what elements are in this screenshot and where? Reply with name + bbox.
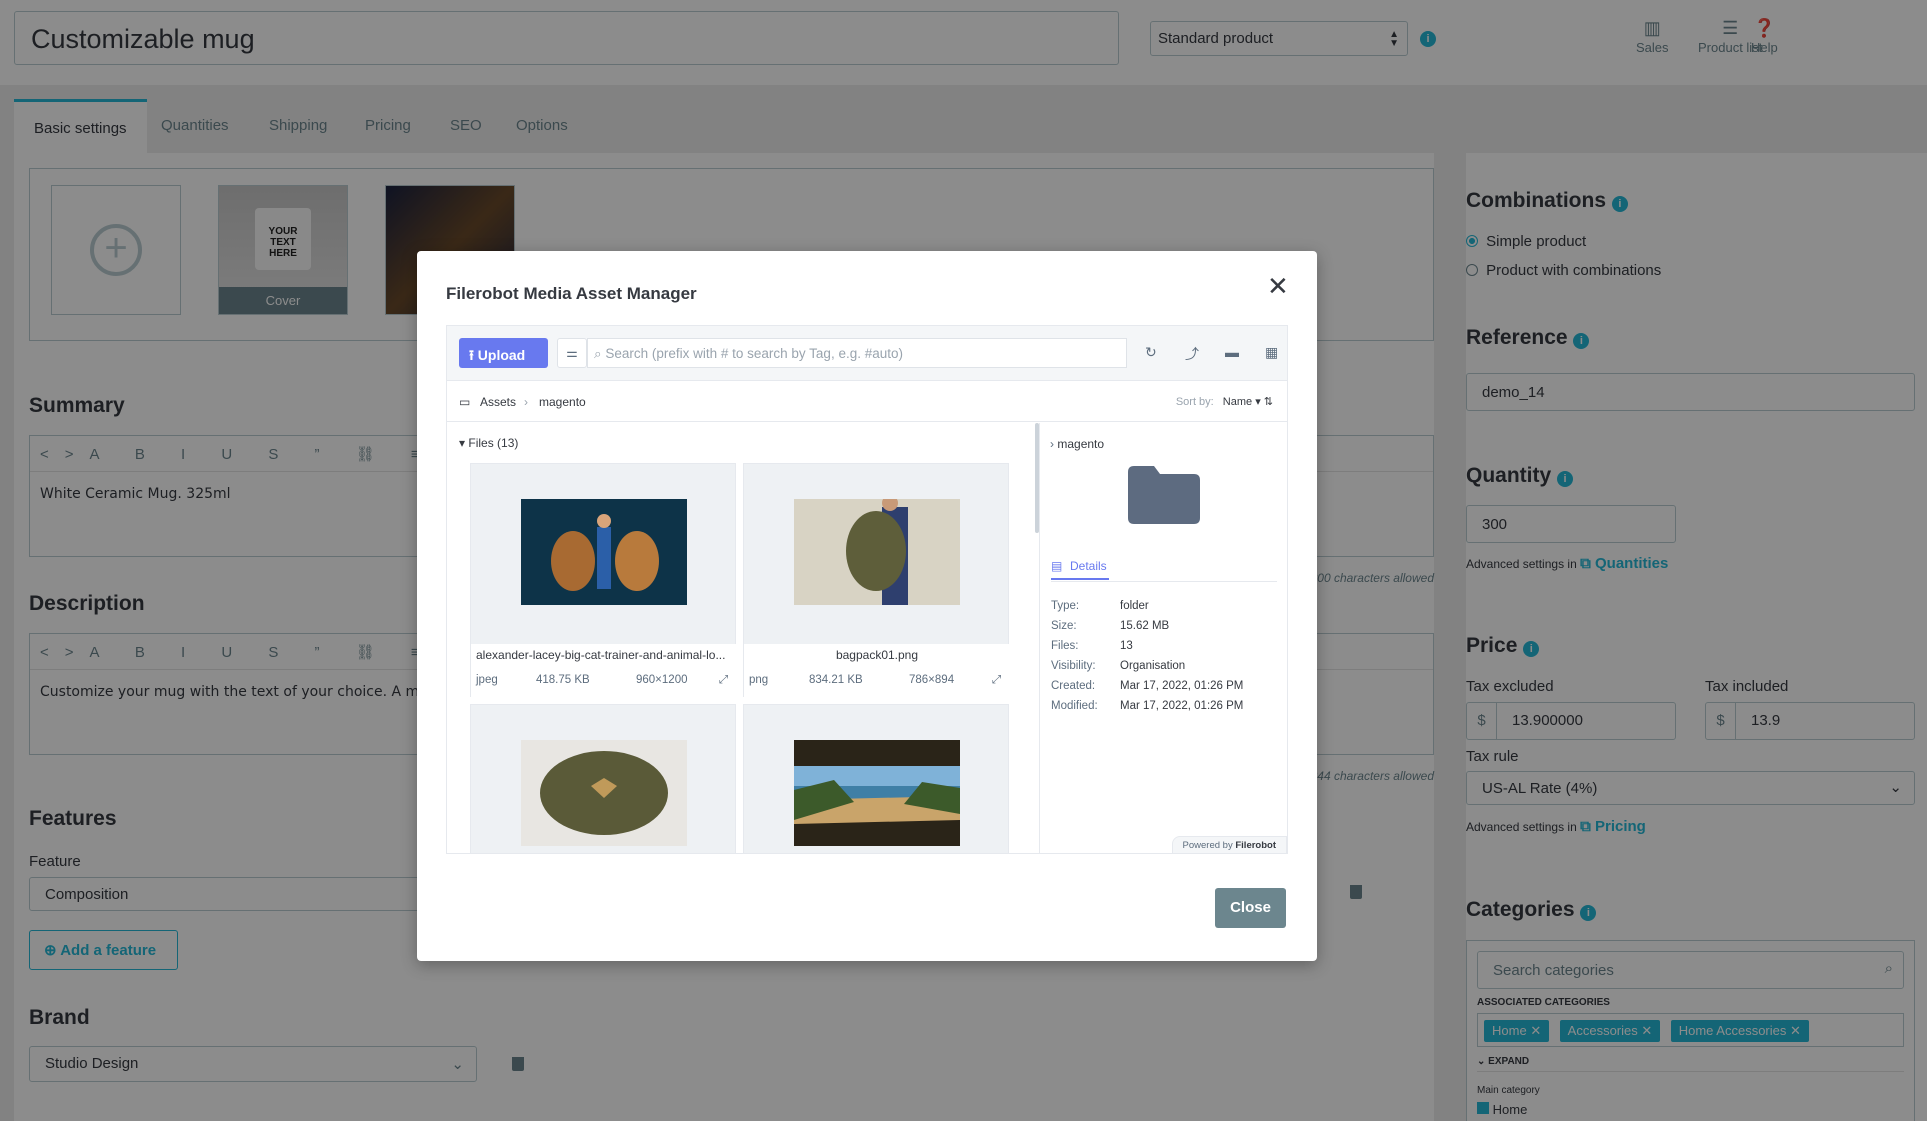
sort-value: Name [1222, 396, 1253, 408]
file-card[interactable]: alexander-lacey-big-cat-trainer-and-anim… [470, 463, 737, 698]
refresh-icon[interactable]: ↻ [1145, 344, 1157, 361]
folder-icon[interactable]: ▬ [1225, 344, 1239, 360]
breadcrumb-assets[interactable]: Assets [480, 395, 516, 409]
file-card[interactable] [470, 704, 736, 853]
search-icon: ⌕ [594, 346, 602, 361]
breadcrumb-magento[interactable]: magento [539, 395, 586, 409]
divider [1051, 581, 1277, 582]
filter-icon[interactable]: ⚌ [557, 338, 587, 368]
upload-button[interactable]: ⭱ Upload [459, 338, 548, 368]
media-manager-modal: Filerobot Media Asset Manager ✕ ⭱ Upload… [417, 251, 1317, 961]
document-icon: ▤ [1051, 559, 1063, 573]
file-size: 418.75 KB [536, 674, 590, 686]
lion-thumbnail [521, 499, 687, 605]
detail-value: Mar 17, 2022, 01:26 PM [1120, 700, 1244, 712]
detail-key: Type: [1051, 600, 1080, 612]
breadcrumb: ▭ Assets › magento Sort by: Name ▾ ⇅ [447, 382, 1287, 422]
sort-control[interactable]: Sort by: Name ▾ ⇅ [1176, 395, 1273, 408]
folder-icon [1128, 466, 1200, 524]
detail-size: Size: 15.62 MB [1051, 620, 1169, 632]
file-meta: jpeg 418.75 KB 960×1200 ⤢ [471, 666, 737, 698]
expand-icon[interactable]: ⤢ [719, 674, 728, 687]
files-header[interactable]: ▾ Files (13) [459, 436, 518, 450]
chevron-right-icon: › [524, 395, 528, 409]
files-count: Files (13) [468, 436, 519, 450]
expand-icon[interactable]: ⤢ [992, 674, 1001, 687]
file-card[interactable] [743, 704, 1009, 853]
details-tab-label: Details [1070, 559, 1107, 573]
detail-modified: Modified: Mar 17, 2022, 01:26 PM [1051, 700, 1243, 712]
detail-visibility: Visibility: Organisation [1051, 660, 1185, 672]
sort-by-label: Sort by: [1175, 396, 1214, 408]
upload-label: Upload [477, 347, 526, 363]
detail-key: Modified: [1051, 700, 1098, 712]
folder-name: magento [1057, 437, 1105, 451]
detail-files: Files: 13 [1051, 640, 1133, 652]
detail-key: Created: [1051, 680, 1096, 692]
files-pane: ▾ Files (13) alexander-lacey-big-cat-tra… [447, 423, 1037, 853]
detail-type: Type: folder [1051, 600, 1149, 612]
file-name: alexander-lacey-big-cat-trainer-and-anim… [471, 644, 737, 666]
file-dims: 960×1200 [636, 674, 688, 686]
detail-value: folder [1120, 600, 1149, 612]
detail-key: Files: [1051, 640, 1079, 652]
powered-by[interactable]: Powered by Filerobot [1171, 836, 1287, 853]
file-type: jpeg [476, 674, 498, 686]
chevron-right-icon: › [1050, 437, 1054, 451]
detail-created: Created: Mar 17, 2022, 01:26 PM [1051, 680, 1243, 692]
detail-value: 13 [1120, 640, 1133, 652]
assets-icon: ▭ [459, 395, 471, 409]
asset-search-placeholder: Search (prefix with # to search by Tag, … [605, 346, 903, 361]
close-button[interactable]: Close [1215, 888, 1286, 928]
asset-search-input[interactable]: ⌕ Search (prefix with # to search by Tag… [587, 338, 1127, 368]
detail-key: Visibility: [1051, 660, 1096, 672]
file-card[interactable]: bagpack01.png png 834.21 KB 786×894 ⤢ [743, 463, 1010, 698]
filerobot-frame: ⭱ Upload ⚌ ⌕ Search (prefix with # to se… [446, 325, 1288, 854]
folder-info-pane: › magento ▤ Details Type: folder Size: 15.… [1039, 423, 1287, 853]
backpack-closeup-thumbnail [521, 740, 687, 846]
detail-value: 15.62 MB [1120, 620, 1170, 632]
powered-brand: Filerobot [1235, 840, 1276, 851]
chevron-down-icon: ▾ [459, 436, 466, 450]
detail-value: Organisation [1120, 660, 1186, 672]
share-icon[interactable]: ⤴ [1185, 344, 1199, 364]
folder-title[interactable]: › magento [1050, 437, 1104, 451]
grid-view-icon[interactable]: ▦ [1265, 344, 1278, 361]
beach-thumbnail [794, 740, 960, 846]
close-icon[interactable]: ✕ [1267, 273, 1289, 299]
backpack-thumbnail [794, 499, 960, 605]
details-tab[interactable]: ▤ Details [1051, 559, 1109, 580]
file-name: bagpack01.png [744, 644, 1010, 666]
filerobot-toolbar: ⭱ Upload ⚌ ⌕ Search (prefix with # to se… [447, 326, 1287, 381]
detail-value: Mar 17, 2022, 01:26 PM [1120, 680, 1244, 692]
file-type: png [749, 674, 769, 686]
modal-title: Filerobot Media Asset Manager [446, 284, 697, 303]
detail-key: Size: [1051, 620, 1077, 632]
file-size: 834.21 KB [809, 674, 863, 686]
upload-icon: ⭱ [469, 347, 474, 363]
sort-order-icon: ▾ ⇅ [1255, 396, 1273, 408]
powered-prefix: Powered by [1182, 840, 1233, 851]
file-meta: png 834.21 KB 786×894 ⤢ [744, 666, 1010, 698]
file-dims: 786×894 [909, 674, 955, 686]
